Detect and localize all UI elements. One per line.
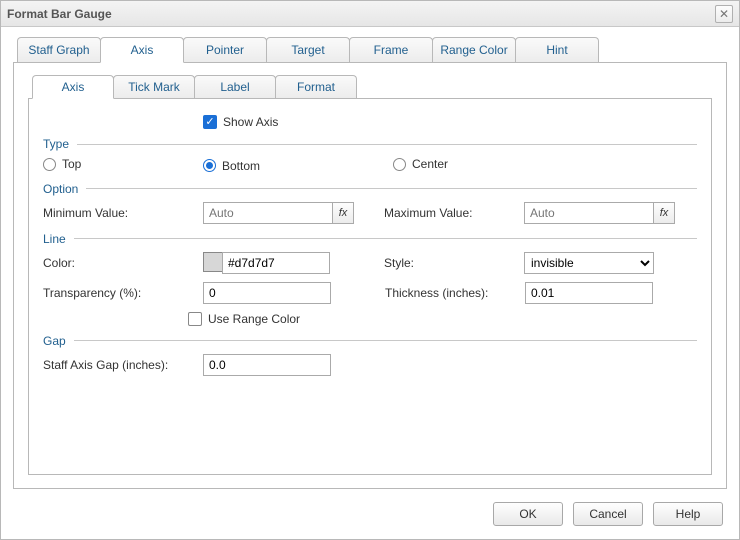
gap-input[interactable] xyxy=(203,354,331,376)
close-button[interactable]: ✕ xyxy=(715,5,733,23)
tab-frame[interactable]: Frame xyxy=(349,37,433,62)
subtab-format[interactable]: Format xyxy=(275,75,357,98)
window-title: Format Bar Gauge xyxy=(7,7,715,21)
tab-hint[interactable]: Hint xyxy=(515,37,599,62)
use-range-color-checkbox[interactable] xyxy=(188,312,202,326)
subtab-axis[interactable]: Axis xyxy=(32,75,114,99)
radio-icon xyxy=(43,158,56,171)
section-gap: Gap xyxy=(43,334,697,348)
section-line: Line xyxy=(43,232,697,246)
content-area: Staff Graph Axis Pointer Target Frame Ra… xyxy=(1,27,739,489)
button-bar: OK Cancel Help xyxy=(1,489,739,539)
radio-icon xyxy=(203,159,216,172)
radio-center-label: Center xyxy=(412,157,448,171)
subtab-label[interactable]: Label xyxy=(194,75,276,98)
fx-button-max[interactable]: fx xyxy=(653,202,675,224)
tab-range-color[interactable]: Range Color xyxy=(432,37,516,62)
transparency-label: Transparency (%): xyxy=(43,286,203,300)
max-value-input[interactable] xyxy=(524,202,654,224)
radio-bottom[interactable]: Bottom xyxy=(203,159,260,173)
min-value-input[interactable] xyxy=(203,202,333,224)
sub-panel: ✓ Show Axis Type Top xyxy=(28,98,712,475)
radio-top[interactable]: Top xyxy=(43,157,81,171)
divider xyxy=(74,340,697,341)
gap-label: Staff Axis Gap (inches): xyxy=(43,358,203,372)
ok-button[interactable]: OK xyxy=(493,502,563,526)
titlebar: Format Bar Gauge ✕ xyxy=(1,1,739,27)
tab-pointer[interactable]: Pointer xyxy=(183,37,267,62)
thickness-label: Thickness (inches): xyxy=(385,286,525,300)
help-button[interactable]: Help xyxy=(653,502,723,526)
divider xyxy=(77,144,697,145)
radio-center[interactable]: Center xyxy=(393,157,448,171)
main-tabbar: Staff Graph Axis Pointer Target Frame Ra… xyxy=(17,37,727,62)
show-axis-checkbox[interactable]: ✓ xyxy=(203,115,217,129)
style-label: Style: xyxy=(384,256,524,270)
color-picker[interactable] xyxy=(203,252,330,274)
radio-top-label: Top xyxy=(62,157,81,171)
use-range-color-label: Use Range Color xyxy=(208,312,300,326)
min-value-label: Minimum Value: xyxy=(43,206,203,220)
fx-icon: fx xyxy=(339,207,348,219)
transparency-input[interactable] xyxy=(203,282,331,304)
subtab-tick-mark[interactable]: Tick Mark xyxy=(113,75,195,98)
radio-icon xyxy=(393,158,406,171)
cancel-button[interactable]: Cancel xyxy=(573,502,643,526)
divider xyxy=(86,188,697,189)
section-type-label: Type xyxy=(43,137,69,151)
close-icon: ✕ xyxy=(719,7,729,21)
tab-staff-graph[interactable]: Staff Graph xyxy=(17,37,101,62)
tab-target[interactable]: Target xyxy=(266,37,350,62)
sub-tabbar: Axis Tick Mark Label Format xyxy=(32,75,712,98)
dialog-window: Format Bar Gauge ✕ Staff Graph Axis Poin… xyxy=(0,0,740,540)
color-input[interactable] xyxy=(222,252,330,274)
section-option-label: Option xyxy=(43,182,78,196)
section-type: Type xyxy=(43,137,697,151)
max-value-label: Maximum Value: xyxy=(384,206,524,220)
section-gap-label: Gap xyxy=(43,334,66,348)
thickness-input[interactable] xyxy=(525,282,653,304)
tab-axis[interactable]: Axis xyxy=(100,37,184,63)
radio-bottom-label: Bottom xyxy=(222,159,260,173)
style-select[interactable]: invisible xyxy=(524,252,654,274)
main-panel: Axis Tick Mark Label Format ✓ Show Axis … xyxy=(13,62,727,489)
fx-icon: fx xyxy=(660,207,669,219)
color-label: Color: xyxy=(43,256,203,270)
section-option: Option xyxy=(43,182,697,196)
color-swatch xyxy=(203,252,223,272)
section-line-label: Line xyxy=(43,232,66,246)
fx-button-min[interactable]: fx xyxy=(332,202,354,224)
show-axis-label: Show Axis xyxy=(223,115,278,129)
divider xyxy=(74,238,697,239)
